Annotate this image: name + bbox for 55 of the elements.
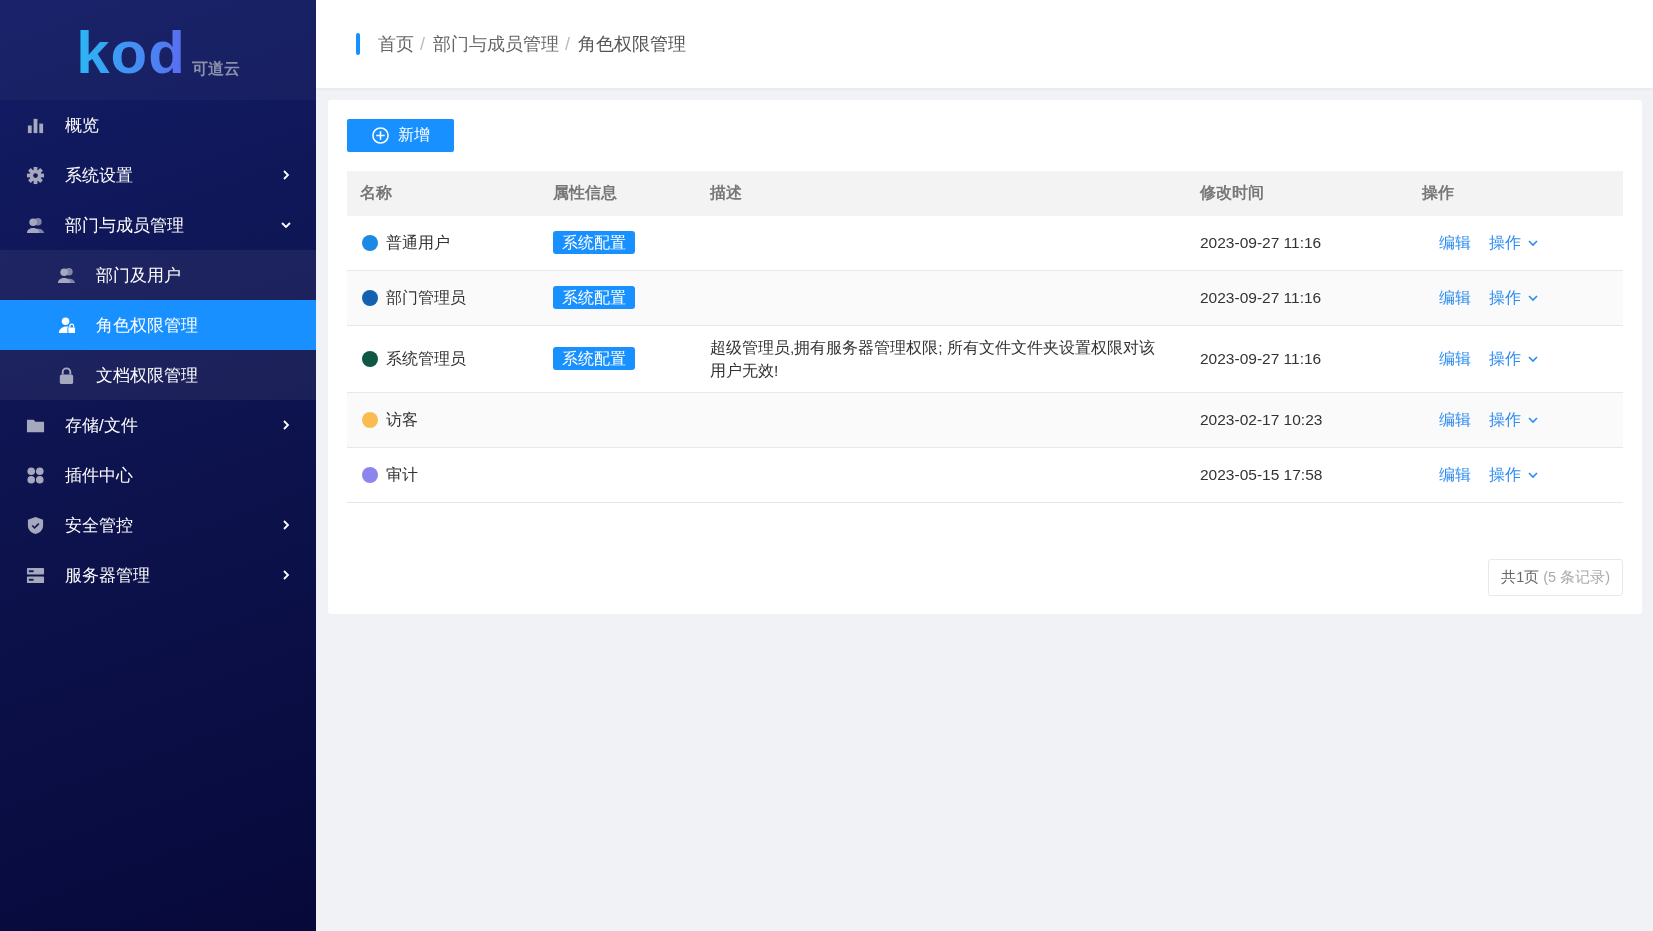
users-icon (26, 215, 45, 235)
sidebar-item[interactable]: 概览 (0, 100, 316, 150)
grid-icon (26, 465, 45, 485)
record-count: (5 条记录) (1543, 568, 1610, 587)
user-lock-icon (57, 315, 76, 335)
modified-time: 2023-09-27 11:16 (1200, 350, 1322, 367)
users-icon (57, 265, 76, 285)
role-name: 系统管理员 (386, 348, 466, 369)
breadcrumb-separator: / (420, 33, 425, 55)
sidebar-item[interactable]: 部门与成员管理 (0, 200, 316, 250)
system-config-tag: 系统配置 (553, 346, 635, 370)
caret-icon (1527, 292, 1539, 304)
caret-icon (1527, 414, 1539, 426)
shield-icon (26, 515, 45, 535)
actions-dropdown[interactable]: 操作 (1489, 464, 1539, 486)
actions-dropdown[interactable]: 操作 (1489, 232, 1539, 254)
accent-bar (356, 33, 360, 55)
caret-icon (1527, 237, 1539, 249)
gear-icon (26, 165, 45, 185)
system-config-tag: 系统配置 (553, 230, 635, 254)
breadcrumb-link[interactable]: 首页 (378, 32, 414, 56)
role-name: 审计 (386, 464, 418, 485)
modified-time: 2023-09-27 11:16 (1200, 289, 1322, 306)
sidebar-item[interactable]: 系统设置 (0, 150, 316, 200)
sidebar-item[interactable]: 服务器管理 (0, 550, 316, 600)
modified-time: 2023-05-15 17:58 (1200, 466, 1323, 483)
edit-link[interactable]: 编辑 (1439, 464, 1471, 486)
sidebar-item[interactable]: 插件中心 (0, 450, 316, 500)
breadcrumb-link[interactable]: 部门与成员管理 (433, 32, 559, 56)
actions-dropdown[interactable]: 操作 (1489, 348, 1539, 370)
caret-icon (1527, 353, 1539, 365)
page-count: 共1页 (1501, 568, 1540, 587)
sidebar-subitem[interactable]: 部门及用户 (0, 250, 316, 300)
column-header: 属性信息 (552, 183, 618, 203)
server-icon (26, 565, 45, 585)
column-header: 名称 (359, 183, 393, 203)
edit-link[interactable]: 编辑 (1439, 232, 1471, 254)
edit-link[interactable]: 编辑 (1439, 348, 1471, 370)
column-header: 修改时间 (1198, 183, 1265, 203)
breadcrumb-separator: / (565, 33, 571, 55)
system-config-tag: 系统配置 (553, 285, 635, 309)
logo-subtitle: 可道云 (191, 59, 240, 79)
sidebar-subitem[interactable]: 文档权限管理 (0, 350, 316, 400)
caret-icon (1527, 469, 1539, 481)
role-description: 超级管理员,拥有服务器管理权限; 所有文件文件夹设置权限对该用户无效! (710, 338, 1156, 381)
plus-circle-icon (371, 126, 390, 145)
role-name: 部门管理员 (386, 287, 466, 308)
column-header: 操作 (1420, 183, 1455, 203)
sidebar-item[interactable]: 存储/文件 (0, 400, 316, 450)
role-name: 普通用户 (386, 232, 450, 253)
modified-time: 2023-02-17 10:23 (1200, 411, 1323, 428)
sidebar-item[interactable]: 安全管控 (0, 500, 316, 550)
column-header: 描述 (708, 183, 743, 203)
role-name: 访客 (386, 409, 418, 430)
modified-time: 2023-09-27 11:16 (1200, 234, 1322, 251)
